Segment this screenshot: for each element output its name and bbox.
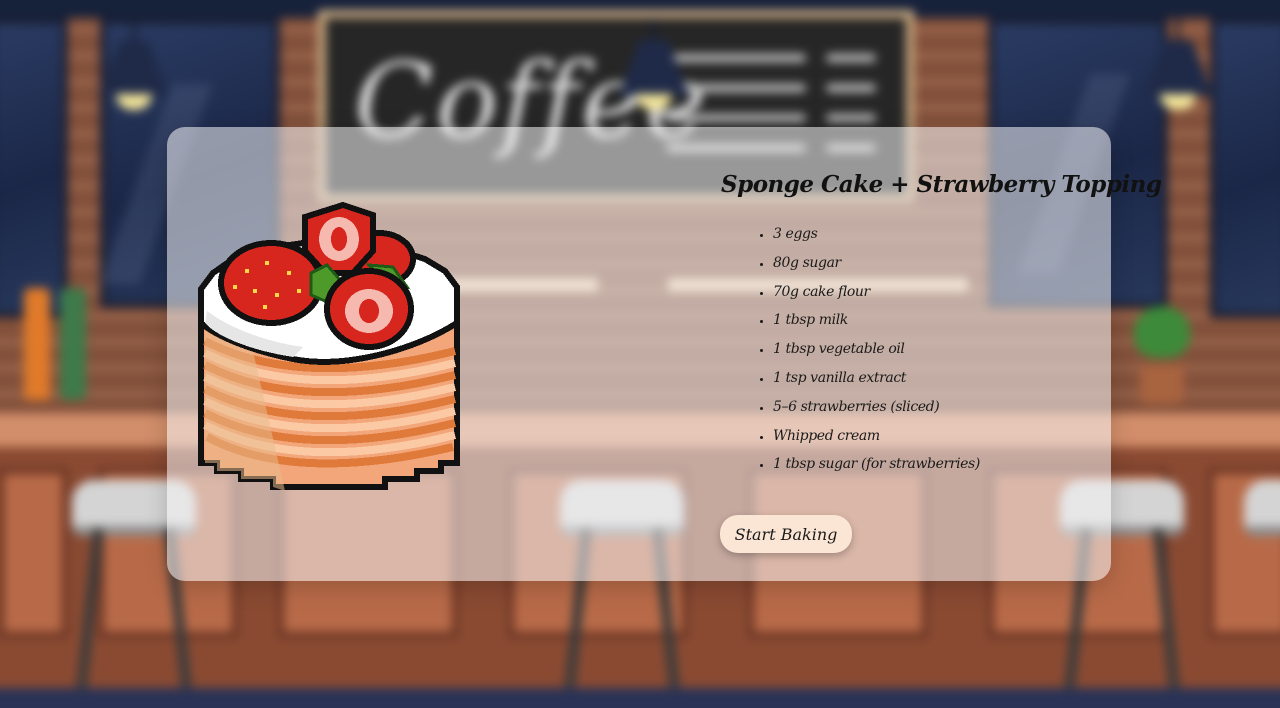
- recipe-card: Sponge Cake + Strawberry Topping 3 eggs …: [167, 127, 1162, 581]
- strawberry-center: [324, 268, 414, 350]
- recipe-title: Sponge Cake + Strawberry Topping: [721, 171, 1162, 198]
- ingredient-item: 1 tbsp vegetable oil: [773, 335, 980, 364]
- plant-leaves: [1134, 306, 1190, 358]
- ingredient-item: 1 tsp vanilla extract: [773, 364, 980, 393]
- ingredient-item: 1 tbsp milk: [773, 306, 980, 335]
- bottle-green: [60, 288, 86, 400]
- window-left: [0, 18, 68, 318]
- bottle-orange: [24, 288, 50, 400]
- lamp-cord: [1176, 18, 1180, 42]
- bar-stool: [1244, 480, 1280, 536]
- ingredient-item: 70g cake flour: [773, 278, 980, 307]
- lamp-cord: [652, 18, 656, 42]
- ingredient-item: 5–6 strawberries (sliced): [773, 393, 980, 422]
- window-right: [1210, 18, 1280, 318]
- counter-panel: [0, 468, 68, 638]
- ingredient-item: Whipped cream: [773, 422, 980, 451]
- ingredient-item: 1 tbsp sugar (for strawberries): [773, 450, 980, 479]
- ingredient-item: 80g sugar: [773, 249, 980, 278]
- ingredient-item: 3 eggs: [773, 220, 980, 249]
- strawberry-top: [302, 201, 376, 276]
- start-baking-button[interactable]: Start Baking: [720, 515, 852, 553]
- lamp-cord: [132, 18, 136, 42]
- plant-pot: [1140, 364, 1184, 404]
- cake-image: [198, 201, 460, 491]
- ingredient-list: 3 eggs 80g sugar 70g cake flour 1 tbsp m…: [755, 220, 980, 479]
- floor: [0, 688, 1280, 708]
